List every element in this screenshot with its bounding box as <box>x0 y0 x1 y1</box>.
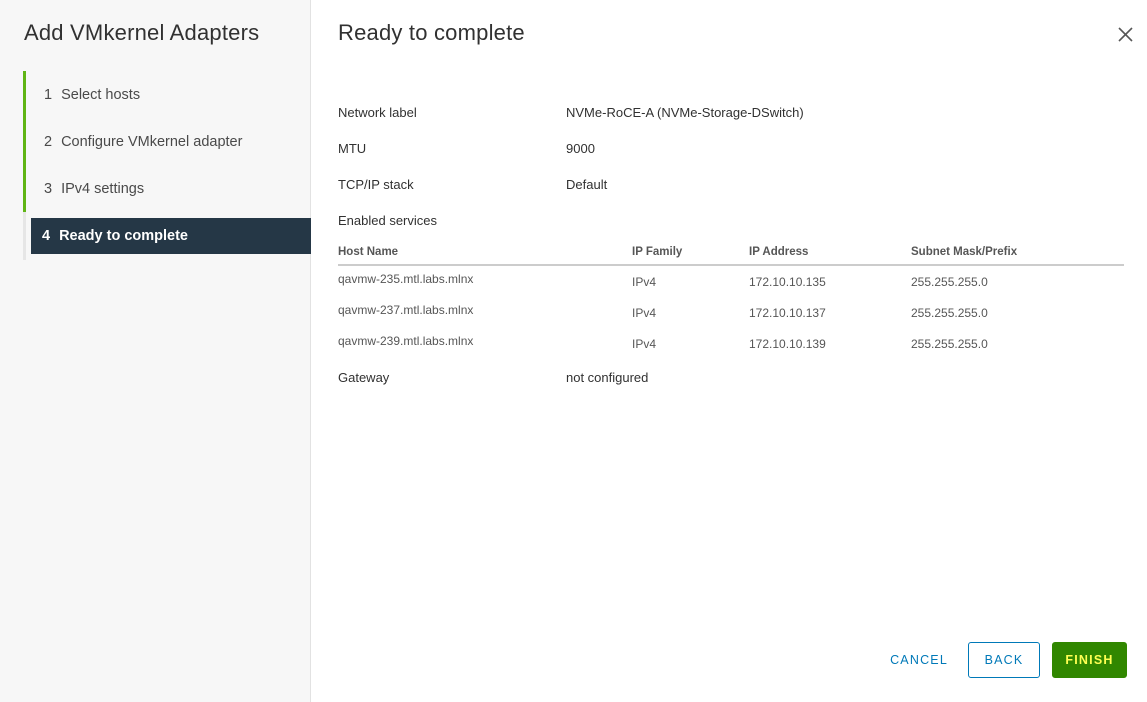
cell-ip-address: 172.10.10.139 <box>749 337 826 351</box>
cell-subnet-mask: 255.255.255.0 <box>911 337 988 351</box>
cell-ip-family: IPv4 <box>632 337 657 351</box>
back-button[interactable]: BACK <box>968 642 1040 678</box>
cancel-button[interactable]: CANCEL <box>874 642 964 678</box>
cell-host-name: qavmw-237.mtl.labs.mlnx <box>338 303 474 317</box>
hosts-table: Host Name IP Family IP Address Subnet Ma… <box>338 244 1124 359</box>
cell-ip-family: IPv4 <box>632 306 657 320</box>
wizard-content: Ready to complete Network label NVMe-RoC… <box>311 0 1147 702</box>
step-label: Ready to complete <box>59 228 188 244</box>
field-key: Enabled services <box>338 213 437 228</box>
wizard-sidebar: Add VMkernel Adapters 1 Select hosts 2 C… <box>0 0 311 702</box>
page-title: Ready to complete <box>338 20 525 45</box>
close-button[interactable] <box>1115 24 1137 46</box>
column-header-ip-family: IP Family <box>632 246 683 258</box>
cell-ip-address: 172.10.10.135 <box>749 275 826 289</box>
cell-host-name: qavmw-235.mtl.labs.mlnx <box>338 272 474 286</box>
finish-button[interactable]: FINISH <box>1052 642 1127 678</box>
field-key: TCP/IP stack <box>338 177 414 192</box>
step-label: Configure VMkernel adapter <box>61 133 243 150</box>
step-configure-vmkernel-adapter[interactable]: 2 Configure VMkernel adapter <box>23 118 311 165</box>
table-row: qavmw-239.mtl.labs.mlnx IPv4 172.10.10.1… <box>338 328 1124 359</box>
table-header: Host Name IP Family IP Address Subnet Ma… <box>338 244 1124 266</box>
step-select-hosts[interactable]: 1 Select hosts <box>23 71 311 118</box>
close-icon <box>1118 27 1133 42</box>
step-rail <box>23 212 26 260</box>
field-value: not configured <box>566 370 649 385</box>
cell-ip-family: IPv4 <box>632 275 657 289</box>
cell-ip-address: 172.10.10.137 <box>749 306 826 320</box>
field-value: Default <box>566 177 608 192</box>
cell-host-name: qavmw-239.mtl.labs.mlnx <box>338 334 474 348</box>
step-ready-to-complete[interactable]: 4 Ready to complete <box>31 218 311 254</box>
column-header-subnet-mask: Subnet Mask/Prefix <box>911 246 1018 258</box>
step-label: IPv4 settings <box>61 180 145 197</box>
wizard-title: Add VMkernel Adapters <box>24 20 260 45</box>
step-number: 1 <box>44 86 53 103</box>
field-key: Network label <box>338 105 417 120</box>
step-label: Select hosts <box>61 86 141 103</box>
table-row: qavmw-235.mtl.labs.mlnx IPv4 172.10.10.1… <box>338 266 1124 297</box>
field-key: Gateway <box>338 370 390 385</box>
field-value: NVMe-RoCE-A (NVMe-Storage-DSwitch) <box>566 105 804 120</box>
field-key: MTU <box>338 141 367 156</box>
step-number: 3 <box>44 180 53 197</box>
wizard-footer: CANCEL BACK FINISH <box>874 642 1127 678</box>
cell-subnet-mask: 255.255.255.0 <box>911 275 988 289</box>
table-row: qavmw-237.mtl.labs.mlnx IPv4 172.10.10.1… <box>338 297 1124 328</box>
cell-subnet-mask: 255.255.255.0 <box>911 306 988 320</box>
step-number: 4 <box>42 228 51 244</box>
column-header-ip-address: IP Address <box>749 246 809 258</box>
step-number: 2 <box>44 133 53 150</box>
column-header-host-name: Host Name <box>338 246 399 258</box>
field-value: 9000 <box>566 141 595 156</box>
wizard-steps: 1 Select hosts 2 Configure VMkernel adap… <box>23 71 311 254</box>
step-ipv4-settings[interactable]: 3 IPv4 settings <box>23 165 311 212</box>
